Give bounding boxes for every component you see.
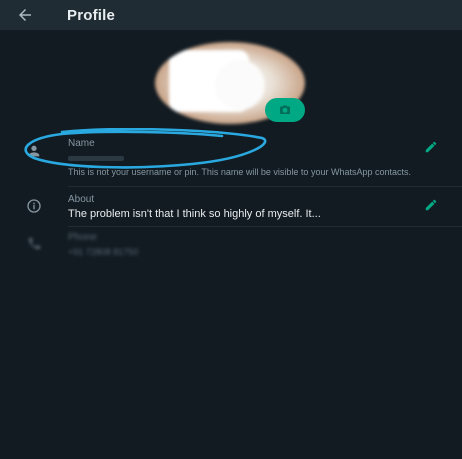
phone-icon: [24, 233, 44, 253]
info-icon: [24, 196, 44, 216]
back-button[interactable]: [10, 0, 40, 30]
about-label: About: [68, 194, 95, 205]
name-redaction: [68, 155, 124, 161]
edit-about-button[interactable]: [422, 196, 440, 214]
name-row-text: Name This is not your username or pin. T…: [68, 138, 422, 178]
phone-row: Phone +91 72808 81750: [0, 232, 462, 262]
page-title: Profile: [67, 6, 116, 24]
profile-photo-area: [155, 42, 305, 124]
pencil-icon: [425, 199, 437, 211]
app-bar: Profile: [0, 0, 462, 30]
name-hint: This is not your username or pin. This n…: [68, 167, 411, 177]
photo-redaction-2: [215, 60, 265, 110]
divider: [68, 226, 462, 227]
divider: [68, 186, 462, 187]
phone-row-text: Phone +91 72808 81750: [68, 232, 422, 259]
phone-label: Phone: [68, 232, 97, 243]
pencil-icon: [425, 141, 437, 153]
name-row[interactable]: Name This is not your username or pin. T…: [0, 138, 462, 182]
name-label: Name: [68, 138, 95, 149]
about-row[interactable]: About The problem isn't that I think so …: [0, 194, 462, 224]
arrow-left-icon: [19, 9, 31, 21]
person-icon: [24, 141, 44, 161]
camera-icon: [280, 105, 290, 114]
change-photo-button[interactable]: [265, 98, 305, 122]
name-value: [68, 151, 422, 165]
edit-name-button[interactable]: [422, 138, 440, 156]
phone-value: +91 72808 81750: [68, 247, 139, 257]
about-row-text: About The problem isn't that I think so …: [68, 194, 422, 221]
about-value: The problem isn't that I think so highly…: [68, 208, 321, 220]
